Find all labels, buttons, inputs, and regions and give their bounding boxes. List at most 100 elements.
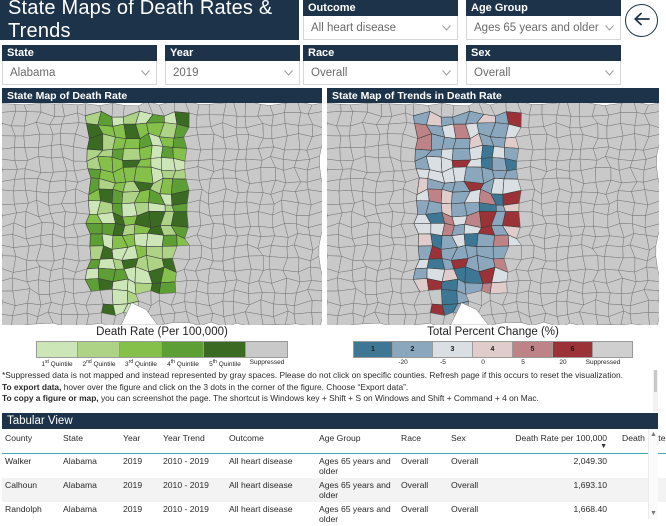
county-shape[interactable] bbox=[648, 300, 659, 313]
legend-swatch[interactable] bbox=[204, 341, 246, 358]
county-shape[interactable] bbox=[503, 212, 521, 228]
county-shape[interactable] bbox=[521, 113, 529, 127]
county-shape[interactable] bbox=[14, 179, 26, 191]
county-shape[interactable] bbox=[2, 136, 15, 150]
county-shape[interactable] bbox=[531, 149, 545, 161]
slicer-age-group[interactable]: Age Group Ages 65 years and older bbox=[466, 0, 621, 40]
county-shape[interactable] bbox=[598, 256, 605, 271]
county-shape[interactable] bbox=[2, 179, 15, 191]
county-shape[interactable] bbox=[310, 267, 322, 282]
county-shape[interactable] bbox=[78, 245, 91, 261]
county-shape[interactable] bbox=[236, 116, 246, 128]
county-shape[interactable] bbox=[261, 168, 276, 183]
county-shape[interactable] bbox=[41, 222, 54, 235]
county-shape[interactable] bbox=[49, 180, 67, 193]
county-shape[interactable] bbox=[339, 179, 352, 191]
scroll-up-icon[interactable]: ▲ bbox=[649, 430, 658, 439]
table-row[interactable]: RandolphAlabama20192010 - 2019All heart … bbox=[2, 502, 666, 526]
county-shape[interactable] bbox=[492, 146, 505, 158]
county-shape[interactable] bbox=[73, 147, 87, 162]
slicer-year-value-box[interactable]: 2019 bbox=[165, 61, 300, 85]
county-shape[interactable] bbox=[24, 134, 40, 147]
legend-swatch[interactable]: 1 bbox=[353, 341, 393, 358]
county-shape[interactable] bbox=[187, 212, 201, 228]
county-shape[interactable] bbox=[99, 259, 116, 270]
slicer-sex[interactable]: Sex Overall bbox=[466, 45, 621, 85]
legend-swatch[interactable]: 2 bbox=[393, 341, 433, 358]
county-shape[interactable] bbox=[86, 304, 103, 314]
county-shape[interactable] bbox=[452, 149, 471, 161]
footnotes-scrollbar-thumb[interactable] bbox=[654, 370, 657, 392]
county-shape[interactable] bbox=[327, 179, 340, 191]
slicer-age-group-value-box[interactable]: Ages 65 years and older bbox=[466, 16, 621, 40]
county-shape[interactable] bbox=[493, 235, 509, 246]
county-shape[interactable] bbox=[453, 139, 470, 149]
legend-swatch[interactable] bbox=[120, 341, 162, 358]
county-shape[interactable] bbox=[441, 103, 454, 117]
county-shape[interactable] bbox=[134, 167, 153, 184]
county-shape[interactable] bbox=[112, 189, 123, 204]
county-shape[interactable] bbox=[403, 201, 418, 215]
county-shape[interactable] bbox=[556, 301, 567, 316]
county-shape[interactable] bbox=[162, 235, 177, 246]
county-shape[interactable] bbox=[630, 312, 650, 325]
county-shape[interactable] bbox=[259, 226, 275, 236]
county-shape[interactable] bbox=[541, 281, 560, 294]
county-shape[interactable] bbox=[327, 148, 340, 161]
table-row[interactable]: WalkerAlabama20192010 - 2019All heart di… bbox=[2, 454, 666, 479]
county-shape[interactable] bbox=[647, 267, 659, 282]
county-shape[interactable] bbox=[185, 148, 201, 161]
county-shape[interactable] bbox=[556, 201, 569, 215]
slicer-state-value-box[interactable]: Alabama bbox=[2, 61, 157, 85]
county-shape[interactable] bbox=[594, 226, 610, 236]
county-shape[interactable] bbox=[90, 234, 104, 246]
county-shape[interactable] bbox=[530, 134, 547, 150]
table-header-cell[interactable]: Death Rate per 100,000▼ bbox=[502, 429, 610, 454]
county-shape[interactable] bbox=[327, 314, 338, 325]
county-shape[interactable] bbox=[65, 237, 78, 245]
county-shape[interactable] bbox=[490, 282, 507, 294]
county-shape[interactable] bbox=[367, 222, 381, 235]
slicer-year[interactable]: Year 2019 bbox=[165, 45, 300, 85]
table-header-cell[interactable]: Sex bbox=[448, 429, 502, 454]
county-shape[interactable] bbox=[312, 312, 322, 325]
table-scrollbar[interactable]: ▲ ▼ bbox=[648, 429, 658, 519]
county-shape[interactable] bbox=[350, 103, 368, 112]
county-shape[interactable] bbox=[85, 268, 98, 279]
county-shape[interactable] bbox=[427, 259, 445, 270]
county-shape[interactable] bbox=[609, 293, 622, 305]
slicer-state[interactable]: State Alabama bbox=[2, 45, 157, 85]
county-shape[interactable] bbox=[519, 212, 533, 228]
county-shape[interactable] bbox=[375, 180, 393, 193]
county-shape[interactable] bbox=[477, 233, 495, 246]
county-shape[interactable] bbox=[274, 293, 287, 305]
slicer-outcome[interactable]: Outcome All heart disease bbox=[303, 0, 458, 40]
county-shape[interactable] bbox=[52, 134, 61, 146]
death-rate-choropleth-map[interactable] bbox=[2, 103, 322, 325]
county-shape[interactable] bbox=[570, 116, 581, 128]
county-shape[interactable] bbox=[39, 156, 54, 172]
slicer-race-value-box[interactable]: Overall bbox=[303, 61, 458, 85]
county-shape[interactable] bbox=[392, 237, 406, 245]
county-shape[interactable] bbox=[541, 268, 560, 283]
chevron-down-icon[interactable] bbox=[605, 70, 614, 76]
county-shape[interactable] bbox=[406, 245, 420, 261]
county-shape[interactable] bbox=[123, 149, 141, 161]
chevron-down-icon[interactable] bbox=[284, 70, 293, 76]
county-shape[interactable] bbox=[569, 159, 581, 171]
county-shape[interactable] bbox=[2, 148, 15, 161]
county-shape[interactable] bbox=[112, 103, 124, 117]
county-shape[interactable] bbox=[542, 103, 560, 115]
table-row[interactable]: CalhounAlabama20192010 - 2019All heart d… bbox=[2, 478, 666, 502]
county-shape[interactable] bbox=[620, 113, 637, 126]
county-shape[interactable] bbox=[151, 145, 163, 158]
county-shape[interactable] bbox=[134, 233, 148, 246]
county-shape[interactable] bbox=[414, 304, 432, 314]
county-shape[interactable] bbox=[159, 282, 176, 294]
footnotes-scrollbar[interactable] bbox=[653, 370, 658, 412]
county-shape[interactable] bbox=[2, 190, 14, 205]
county-shape[interactable] bbox=[112, 289, 128, 304]
legend-swatch[interactable]: 3 bbox=[433, 341, 473, 358]
county-shape[interactable] bbox=[223, 201, 236, 215]
county-shape[interactable] bbox=[209, 103, 226, 115]
